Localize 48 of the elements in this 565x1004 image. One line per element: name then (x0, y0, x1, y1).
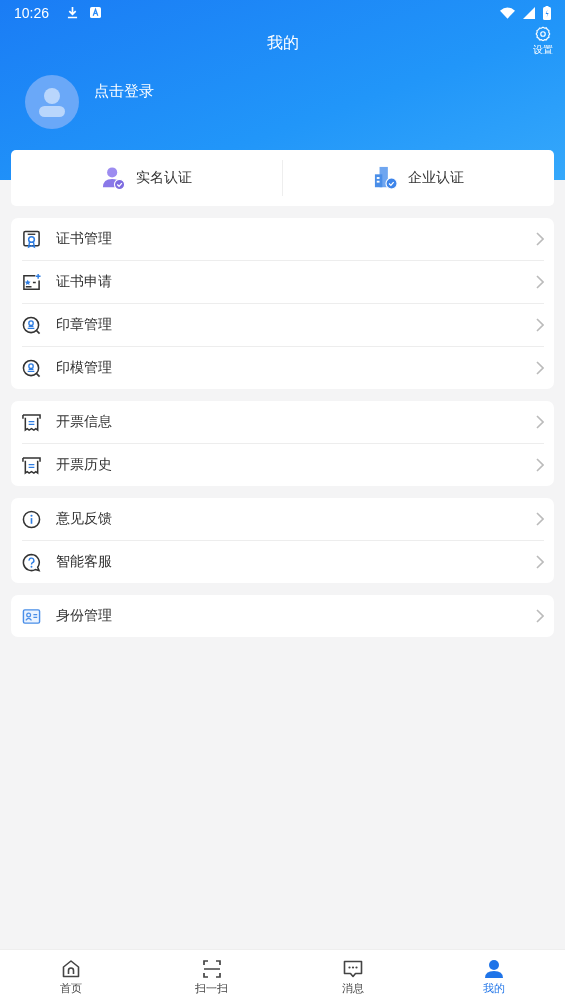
menu-item[interactable]: 印章管理 (22, 304, 554, 346)
home-icon (60, 958, 81, 979)
identity-verification-button[interactable]: 实名认证 (11, 150, 282, 206)
seal-search-icon (22, 315, 41, 335)
menu-item[interactable]: 开票信息 (22, 401, 554, 443)
menu-item[interactable]: 身份管理 (22, 595, 554, 637)
person-icon (484, 958, 505, 979)
download-icon (67, 6, 79, 19)
card-plus-icon (22, 272, 41, 292)
menu-item[interactable]: 证书申请 (22, 261, 554, 303)
nav-tab[interactable]: 消息 (282, 950, 424, 1004)
help-icon (22, 552, 41, 572)
menu-item[interactable]: 印模管理 (22, 347, 554, 389)
company-verification-button[interactable]: 企业认证 (283, 150, 554, 206)
menu-item[interactable]: 智能客服 (22, 541, 554, 583)
notification-icon (90, 7, 102, 18)
chevron-right-icon (536, 458, 544, 472)
nav-tab[interactable]: 扫一扫 (141, 950, 283, 1004)
receipt-icon (22, 455, 41, 475)
chevron-right-icon (536, 361, 544, 375)
chevron-right-icon (536, 275, 544, 289)
chevron-right-icon (536, 232, 544, 246)
battery-icon (543, 5, 551, 20)
chevron-right-icon (536, 415, 544, 429)
nav-tab[interactable]: 首页 (0, 950, 142, 1004)
signal-icon (523, 6, 535, 19)
nav-tab[interactable]: 我的 (423, 950, 565, 1004)
seal-search-icon (22, 358, 41, 378)
wifi-icon (500, 6, 515, 19)
building-check-icon (373, 166, 398, 190)
chevron-right-icon (536, 555, 544, 569)
info-icon (22, 509, 41, 529)
id-card-icon (22, 606, 41, 626)
chevron-right-icon (536, 512, 544, 526)
settings-icon (535, 26, 551, 42)
certificate-icon (22, 229, 41, 249)
receipt-icon (22, 412, 41, 432)
status-time: 10:26 (14, 4, 50, 21)
chevron-right-icon (536, 318, 544, 332)
avatar-icon[interactable] (25, 75, 79, 129)
chevron-right-icon (536, 609, 544, 623)
menu-item[interactable]: 开票历史 (22, 444, 554, 486)
scan-icon (201, 958, 222, 979)
menu-item[interactable]: 意见反馈 (22, 498, 554, 540)
page-title: 我的 (266, 32, 299, 54)
person-check-icon (101, 166, 126, 190)
message-icon (343, 958, 364, 979)
menu-item[interactable]: 证书管理 (22, 218, 554, 260)
